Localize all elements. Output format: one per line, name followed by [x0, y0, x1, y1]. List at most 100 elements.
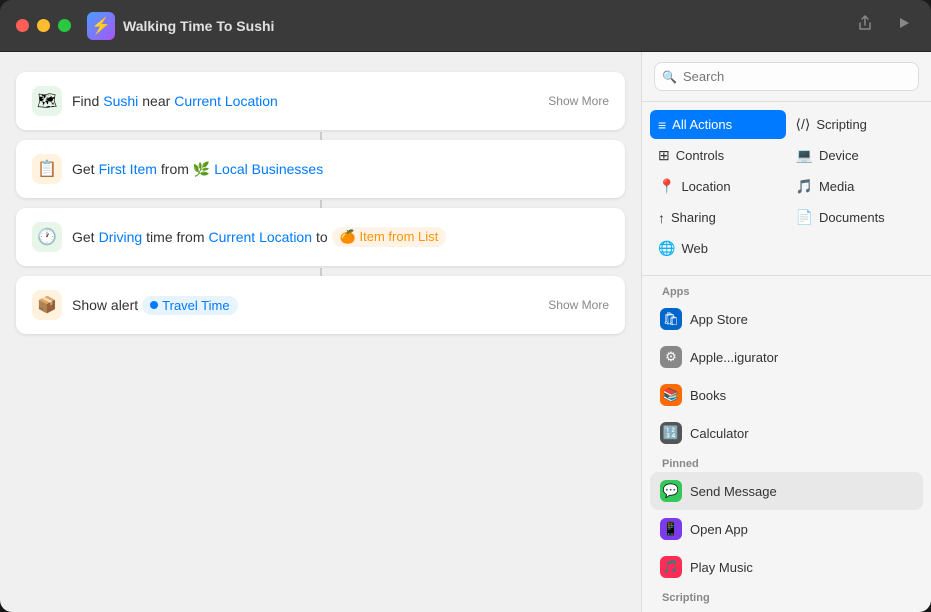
traffic-lights [16, 19, 71, 32]
web-icon: 🌐 [658, 240, 675, 257]
category-media[interactable]: 🎵 Media [788, 172, 924, 201]
connector-2 [16, 200, 625, 208]
documents-label: Documents [819, 210, 885, 225]
action-play-music[interactable]: 🎵 Play Music [650, 548, 923, 586]
local-businesses-token[interactable]: 🌿 Local Businesses [193, 161, 323, 178]
books-icon: 📚 [660, 384, 682, 406]
scripting-icon: ⟨/⟩ [796, 116, 811, 133]
main-content: 🗺 Find Sushi near Current Location Show … [0, 52, 931, 612]
location-label: Location [681, 179, 730, 194]
show-alert-step-icon: 📦 [32, 290, 62, 320]
send-message-icon: 💬 [660, 480, 682, 502]
workflow-panel: 🗺 Find Sushi near Current Location Show … [0, 52, 641, 612]
minimize-button[interactable] [37, 19, 50, 32]
show-alert-step[interactable]: 📦 Show alert Travel Time Show More [16, 276, 625, 334]
app-store-label: App Store [690, 312, 748, 327]
get-label: Get [72, 161, 95, 177]
connector-3 [16, 268, 625, 276]
app-title-group: ⚡ Walking Time To Sushi [87, 12, 853, 40]
time-from-label: time from [146, 229, 204, 245]
titlebar-actions [853, 11, 915, 40]
play-button[interactable] [893, 12, 915, 39]
category-web[interactable]: 🌐 Web [650, 234, 786, 263]
play-music-icon: 🎵 [660, 556, 682, 578]
action-comment[interactable]: ≡ Comment [650, 606, 923, 612]
category-controls[interactable]: ⊞ Controls [650, 141, 786, 170]
all-actions-label: All Actions [672, 117, 732, 132]
action-books[interactable]: 📚 Books [650, 376, 923, 414]
calculator-icon: 🔢 [660, 422, 682, 444]
show-alert-step-content: Show alert Travel Time [72, 296, 548, 315]
app-icon: ⚡ [87, 12, 115, 40]
location-icon: 📍 [658, 178, 675, 195]
action-list: Apps 🛍 App Store ⚙ Apple...igurator 📚 Bo… [642, 280, 931, 612]
sharing-label: Sharing [671, 210, 716, 225]
media-icon: 🎵 [796, 178, 813, 195]
scripting-section-label: Scripting [650, 586, 923, 606]
open-app-icon: 📱 [660, 518, 682, 540]
show-alert-show-more[interactable]: Show More [548, 298, 609, 312]
category-documents[interactable]: 📄 Documents [788, 203, 924, 232]
controls-label: Controls [676, 148, 724, 163]
documents-icon: 📄 [796, 209, 813, 226]
get-first-step[interactable]: 📋 Get First Item from 🌿 Local Businesses [16, 140, 625, 198]
find-step-icon: 🗺 [32, 86, 62, 116]
find-query-token[interactable]: Sushi [103, 93, 138, 109]
pinned-section-label: Pinned [650, 452, 923, 472]
category-sharing[interactable]: ↑ Sharing [650, 203, 786, 232]
media-label: Media [819, 179, 854, 194]
app-store-icon: 🛍 [660, 308, 682, 330]
action-send-message[interactable]: 💬 Send Message [650, 472, 923, 510]
category-all-actions[interactable]: ≡ All Actions [650, 110, 786, 139]
category-scripting[interactable]: ⟨/⟩ Scripting [788, 110, 924, 139]
sharing-icon: ↑ [658, 210, 665, 226]
find-step-content: Find Sushi near Current Location [72, 93, 548, 109]
action-apple-igurator[interactable]: ⚙ Apple...igurator [650, 338, 923, 376]
find-near-label: near [142, 93, 170, 109]
all-actions-icon: ≡ [658, 117, 666, 133]
find-location-token[interactable]: Current Location [174, 93, 278, 109]
apps-section-label: Apps [650, 280, 923, 300]
get2-label: Get [72, 229, 95, 245]
actions-panel: ≡ All Actions ⟨/⟩ Scripting ⊞ Controls 💻… [641, 52, 931, 612]
category-device[interactable]: 💻 Device [788, 141, 924, 170]
get-driving-step-content: Get Driving time from Current Location t… [72, 227, 609, 247]
connector-1 [16, 132, 625, 140]
device-label: Device [819, 148, 859, 163]
device-icon: 💻 [796, 147, 813, 164]
send-message-label: Send Message [690, 484, 777, 499]
share-button[interactable] [853, 11, 877, 40]
get-driving-step-icon: 🕐 [32, 222, 62, 252]
travel-time-token[interactable]: Travel Time [142, 296, 237, 315]
search-icon-wrap [654, 62, 919, 91]
find-show-more[interactable]: Show More [548, 94, 609, 108]
apple-igurator-icon: ⚙ [660, 346, 682, 368]
apple-igurator-label: Apple...igurator [690, 350, 778, 365]
maximize-button[interactable] [58, 19, 71, 32]
action-calculator[interactable]: 🔢 Calculator [650, 414, 923, 452]
current-location-token[interactable]: Current Location [209, 229, 313, 245]
open-app-label: Open App [690, 522, 748, 537]
window-title: Walking Time To Sushi [123, 18, 274, 34]
category-grid: ≡ All Actions ⟨/⟩ Scripting ⊞ Controls 💻… [642, 102, 931, 271]
item-from-list-token[interactable]: 🍊 Item from List [332, 227, 447, 247]
driving-token[interactable]: Driving [99, 229, 143, 245]
web-label: Web [681, 241, 708, 256]
books-label: Books [690, 388, 726, 403]
action-open-app[interactable]: 📱 Open App [650, 510, 923, 548]
show-alert-label: Show alert [72, 297, 138, 313]
get-driving-step[interactable]: 🕐 Get Driving time from Current Location… [16, 208, 625, 266]
titlebar: ⚡ Walking Time To Sushi [0, 0, 931, 52]
first-item-token[interactable]: First Item [99, 161, 157, 177]
play-music-label: Play Music [690, 560, 753, 575]
divider-1 [642, 275, 931, 276]
search-bar [642, 52, 931, 102]
find-label: Find [72, 93, 99, 109]
scripting-label: Scripting [816, 117, 867, 132]
action-app-store[interactable]: 🛍 App Store [650, 300, 923, 338]
search-input[interactable] [654, 62, 919, 91]
close-button[interactable] [16, 19, 29, 32]
controls-icon: ⊞ [658, 147, 670, 164]
category-location[interactable]: 📍 Location [650, 172, 786, 201]
find-step[interactable]: 🗺 Find Sushi near Current Location Show … [16, 72, 625, 130]
